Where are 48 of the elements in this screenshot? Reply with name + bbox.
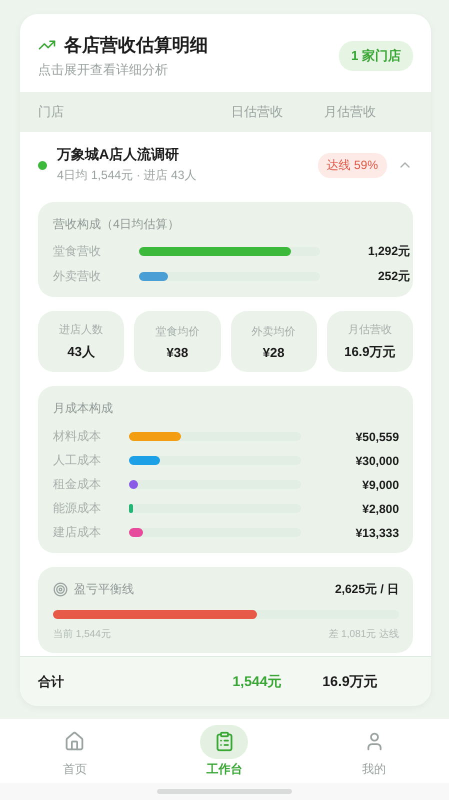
store-row[interactable]: 万象城A店人流调研 4日均 1,544元 · 进店 43人 达线 59% bbox=[20, 132, 431, 196]
status-tag: 达线 59% bbox=[318, 152, 387, 178]
bar-value: 1,292元 bbox=[366, 243, 410, 260]
bar-value: ¥2,800 bbox=[361, 502, 399, 516]
stat-value: 16.9万元 bbox=[344, 343, 396, 361]
bar-value: ¥30,000 bbox=[354, 454, 399, 468]
status-dot bbox=[38, 160, 47, 170]
stat-label: 外卖均价 bbox=[252, 324, 296, 338]
stat-value: 43人 bbox=[67, 343, 95, 361]
tab-item[interactable]: 首页 bbox=[0, 724, 150, 778]
stat-value: ¥28 bbox=[262, 344, 284, 360]
stat-label: 进店人数 bbox=[59, 322, 104, 337]
stat-label: 月估营收 bbox=[348, 323, 392, 337]
bar-label: 能源成本 bbox=[53, 500, 102, 517]
column-header: 日估营收 bbox=[230, 103, 284, 121]
bar-value: ¥50,559 bbox=[354, 430, 399, 444]
bar-label: 堂食营收 bbox=[53, 243, 102, 260]
tab-item[interactable]: 工作台 bbox=[150, 724, 300, 778]
monthly-total: 16.9万元 bbox=[321, 672, 379, 690]
bar-label: 材料成本 bbox=[53, 428, 102, 445]
column-header: 月估营收 bbox=[323, 103, 377, 121]
store-count-badge: 1 家门店 bbox=[339, 41, 413, 71]
home-icon bbox=[64, 731, 86, 752]
current-value: 当前 1,544元 bbox=[53, 628, 111, 641]
daily-total: 1,544元 bbox=[231, 672, 283, 690]
bar-value: ¥9,000 bbox=[361, 478, 399, 492]
store-name: 万象城A店人流调研 bbox=[57, 146, 180, 164]
gap-value: 差 1,081元 达线 bbox=[328, 628, 399, 641]
breakeven-target: 2,625元 / 日 bbox=[334, 581, 399, 598]
bar-label: 建店成本 bbox=[53, 524, 102, 541]
stat-value: ¥38 bbox=[166, 344, 188, 360]
panel-title: 月成本构成 bbox=[53, 400, 114, 417]
stat-label: 堂食均价 bbox=[155, 324, 200, 338]
card-subtitle: 点击展开查看详细分析 bbox=[38, 61, 169, 79]
target-icon bbox=[53, 582, 68, 597]
clipboard-icon bbox=[214, 731, 235, 752]
panel-title: 营收构成（4日均估算） bbox=[53, 216, 181, 233]
panel-title: 盈亏平衡线 bbox=[74, 581, 135, 598]
totals-label: 合计 bbox=[38, 672, 65, 690]
column-header: 门店 bbox=[38, 103, 65, 121]
bar-value: 252元 bbox=[376, 268, 410, 285]
bar-label: 外卖营收 bbox=[53, 268, 102, 285]
bar-label: 人工成本 bbox=[53, 452, 102, 469]
card-title: 各店营收估算明细 bbox=[64, 34, 208, 57]
bar-value: ¥13,333 bbox=[354, 526, 399, 540]
store-meta: 4日均 1,544元 · 进店 43人 bbox=[57, 167, 198, 184]
tab-item[interactable]: 我的 bbox=[299, 724, 449, 778]
bar-label: 租金成本 bbox=[53, 476, 102, 493]
